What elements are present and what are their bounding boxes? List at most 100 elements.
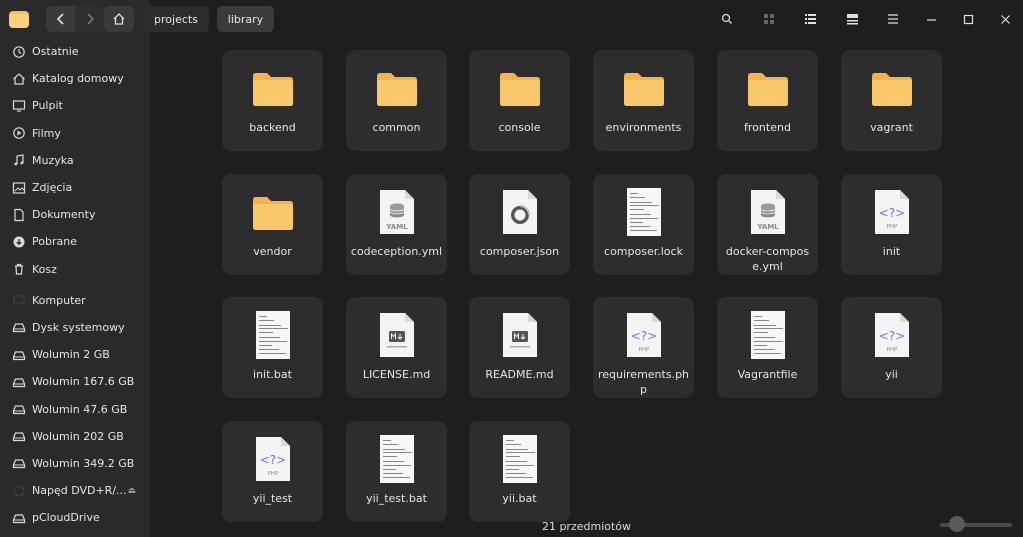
- sidebar-item-dokumenty[interactable]: Dokumenty: [0, 201, 150, 228]
- file-item[interactable]: composer.lock: [593, 174, 694, 275]
- eject-icon[interactable]: ⏏: [127, 486, 136, 496]
- file-item[interactable]: <?> PHP yii: [841, 297, 942, 398]
- folder-item[interactable]: environments: [593, 50, 694, 151]
- svg-text:YAML: YAML: [756, 223, 779, 231]
- sidebar-item-pobrane[interactable]: Pobrane: [0, 228, 150, 255]
- svg-text:YAML: YAML: [385, 223, 408, 231]
- sidebar-item-napęd-dvd-r-[interactable]: Napęd DVD+R/... ⏏: [0, 477, 150, 504]
- sidebar-item-pulpit[interactable]: Pulpit: [0, 92, 150, 119]
- file-item[interactable]: YAML docker-compose.yml: [717, 174, 818, 275]
- drive-icon: [12, 320, 26, 334]
- yaml-file-icon: YAML: [379, 190, 414, 234]
- item-thumbnail: YAML: [346, 188, 447, 238]
- sidebar-item-komputer[interactable]: Komputer: [0, 287, 150, 314]
- item-name: docker-compose.yml: [725, 245, 810, 273]
- close-button[interactable]: [996, 10, 1014, 28]
- folder-item[interactable]: vendor: [222, 174, 323, 275]
- file-item[interactable]: README.md: [469, 297, 570, 398]
- sidebar-item-label: Kosz: [32, 262, 57, 276]
- compact-view-button[interactable]: [843, 10, 861, 28]
- drive-icon: [12, 432, 26, 442]
- zoom-slider-handle[interactable]: [949, 516, 965, 532]
- breadcrumb-projects[interactable]: projects: [143, 6, 209, 32]
- text-file-icon: [379, 435, 414, 483]
- sidebar-item-wolumin-202-gb[interactable]: Wolumin 202 GB: [0, 423, 150, 450]
- forward-button[interactable]: [75, 6, 104, 32]
- search-icon: [721, 13, 732, 24]
- folder-icon: [623, 73, 664, 106]
- file-item[interactable]: YAML codeception.yml: [346, 174, 447, 275]
- file-item[interactable]: <?> PHP requirements.php: [593, 297, 694, 398]
- search-button[interactable]: [718, 10, 736, 28]
- file-item[interactable]: Vagrantfile: [717, 297, 818, 398]
- sidebar-item-zdjęcia[interactable]: Zdjęcia: [0, 174, 150, 201]
- item-name: codeception.yml: [350, 245, 443, 258]
- folder-icon: [252, 197, 293, 230]
- drive-icon: [12, 429, 26, 443]
- file-item[interactable]: <?> PHP init: [841, 174, 942, 275]
- sidebar-item-pclouddrive[interactable]: pCloudDrive: [0, 504, 150, 531]
- json-file-icon: [502, 190, 537, 234]
- sidebar-item-wolumin-349-2-gb[interactable]: Wolumin 349.2 GB: [0, 450, 150, 477]
- drive-icon: [12, 375, 26, 389]
- sidebar-item-filmy[interactable]: Filmy: [0, 120, 150, 147]
- php-file-icon: <?> PHP: [255, 437, 290, 481]
- sidebar-item-wolumin-2-gb[interactable]: Wolumin 2 GB: [0, 341, 150, 368]
- item-name: yii.bat: [502, 492, 537, 505]
- item-thumbnail: <?> PHP: [841, 311, 942, 361]
- back-button[interactable]: [46, 6, 75, 32]
- file-item[interactable]: LICENSE.md: [346, 297, 447, 398]
- menu-button[interactable]: [884, 10, 902, 28]
- drive-icon: [12, 456, 26, 470]
- file-item[interactable]: init.bat: [222, 297, 323, 398]
- cloud-drive-icon: [12, 514, 26, 523]
- status-bar: 21 przedmiotów: [541, 519, 632, 533]
- file-item[interactable]: yii.bat: [469, 421, 570, 522]
- breadcrumb-library[interactable]: library: [217, 6, 274, 32]
- file-item[interactable]: yii_test.bat: [346, 421, 447, 522]
- file-item[interactable]: <?> PHP yii_test: [222, 421, 323, 522]
- folder-item[interactable]: console: [469, 50, 570, 151]
- folder-icon: [376, 73, 417, 106]
- file-item[interactable]: composer.json: [469, 174, 570, 275]
- text-file-icon: [255, 311, 290, 359]
- optical-drive-icon: [12, 484, 26, 498]
- sidebar-item-label: Ostatnie: [32, 45, 79, 59]
- svg-text:<?>: <?>: [630, 329, 656, 343]
- sidebar-item-wolumin-167-6-gb[interactable]: Wolumin 167.6 GB: [0, 368, 150, 395]
- minimize-button[interactable]: [922, 10, 940, 28]
- grid-view-button[interactable]: [760, 10, 778, 28]
- folder-icon: [252, 73, 293, 106]
- folder-icon: [747, 73, 788, 106]
- item-thumbnail: [346, 70, 447, 120]
- markdown-file-icon: [379, 313, 414, 357]
- home-button[interactable]: [104, 6, 134, 32]
- folder-item[interactable]: backend: [222, 50, 323, 151]
- sidebar-item-label: Pulpit: [32, 99, 63, 113]
- markdown-file-icon: [502, 313, 537, 357]
- sidebar-item-dysk-systemowy[interactable]: Dysk systemowy: [0, 314, 150, 341]
- sidebar-item-wolumin-47-6-gb[interactable]: Wolumin 47.6 GB: [0, 395, 150, 422]
- sidebar-item-muzyka[interactable]: Muzyka: [0, 147, 150, 174]
- music-icon: [14, 154, 24, 166]
- folder-item[interactable]: vagrant: [841, 50, 942, 151]
- list-view-button[interactable]: [801, 10, 819, 28]
- item-name: README.md: [485, 368, 554, 381]
- sidebar-item-ostatnie[interactable]: Ostatnie: [0, 38, 150, 65]
- folder-item[interactable]: frontend: [717, 50, 818, 151]
- compact-view-icon: [846, 14, 858, 25]
- php-file-icon: <?> PHP: [874, 190, 909, 234]
- yaml-file-icon: YAML: [750, 190, 785, 234]
- maximize-button[interactable]: [959, 10, 977, 28]
- cloud-drive-icon: [12, 511, 26, 525]
- sidebar-item-katalog-domowy[interactable]: Katalog domowy: [0, 65, 150, 92]
- item-thumbnail: [222, 70, 323, 120]
- item-thumbnail: [222, 194, 323, 244]
- sidebar-item-kosz[interactable]: Kosz: [0, 256, 150, 283]
- drive-icon: [12, 405, 26, 415]
- folder-item[interactable]: common: [346, 50, 447, 151]
- app-folder-icon: [9, 11, 29, 28]
- document-icon: [12, 208, 26, 222]
- item-name: vagrant: [870, 121, 913, 134]
- drive-icon: [12, 351, 26, 360]
